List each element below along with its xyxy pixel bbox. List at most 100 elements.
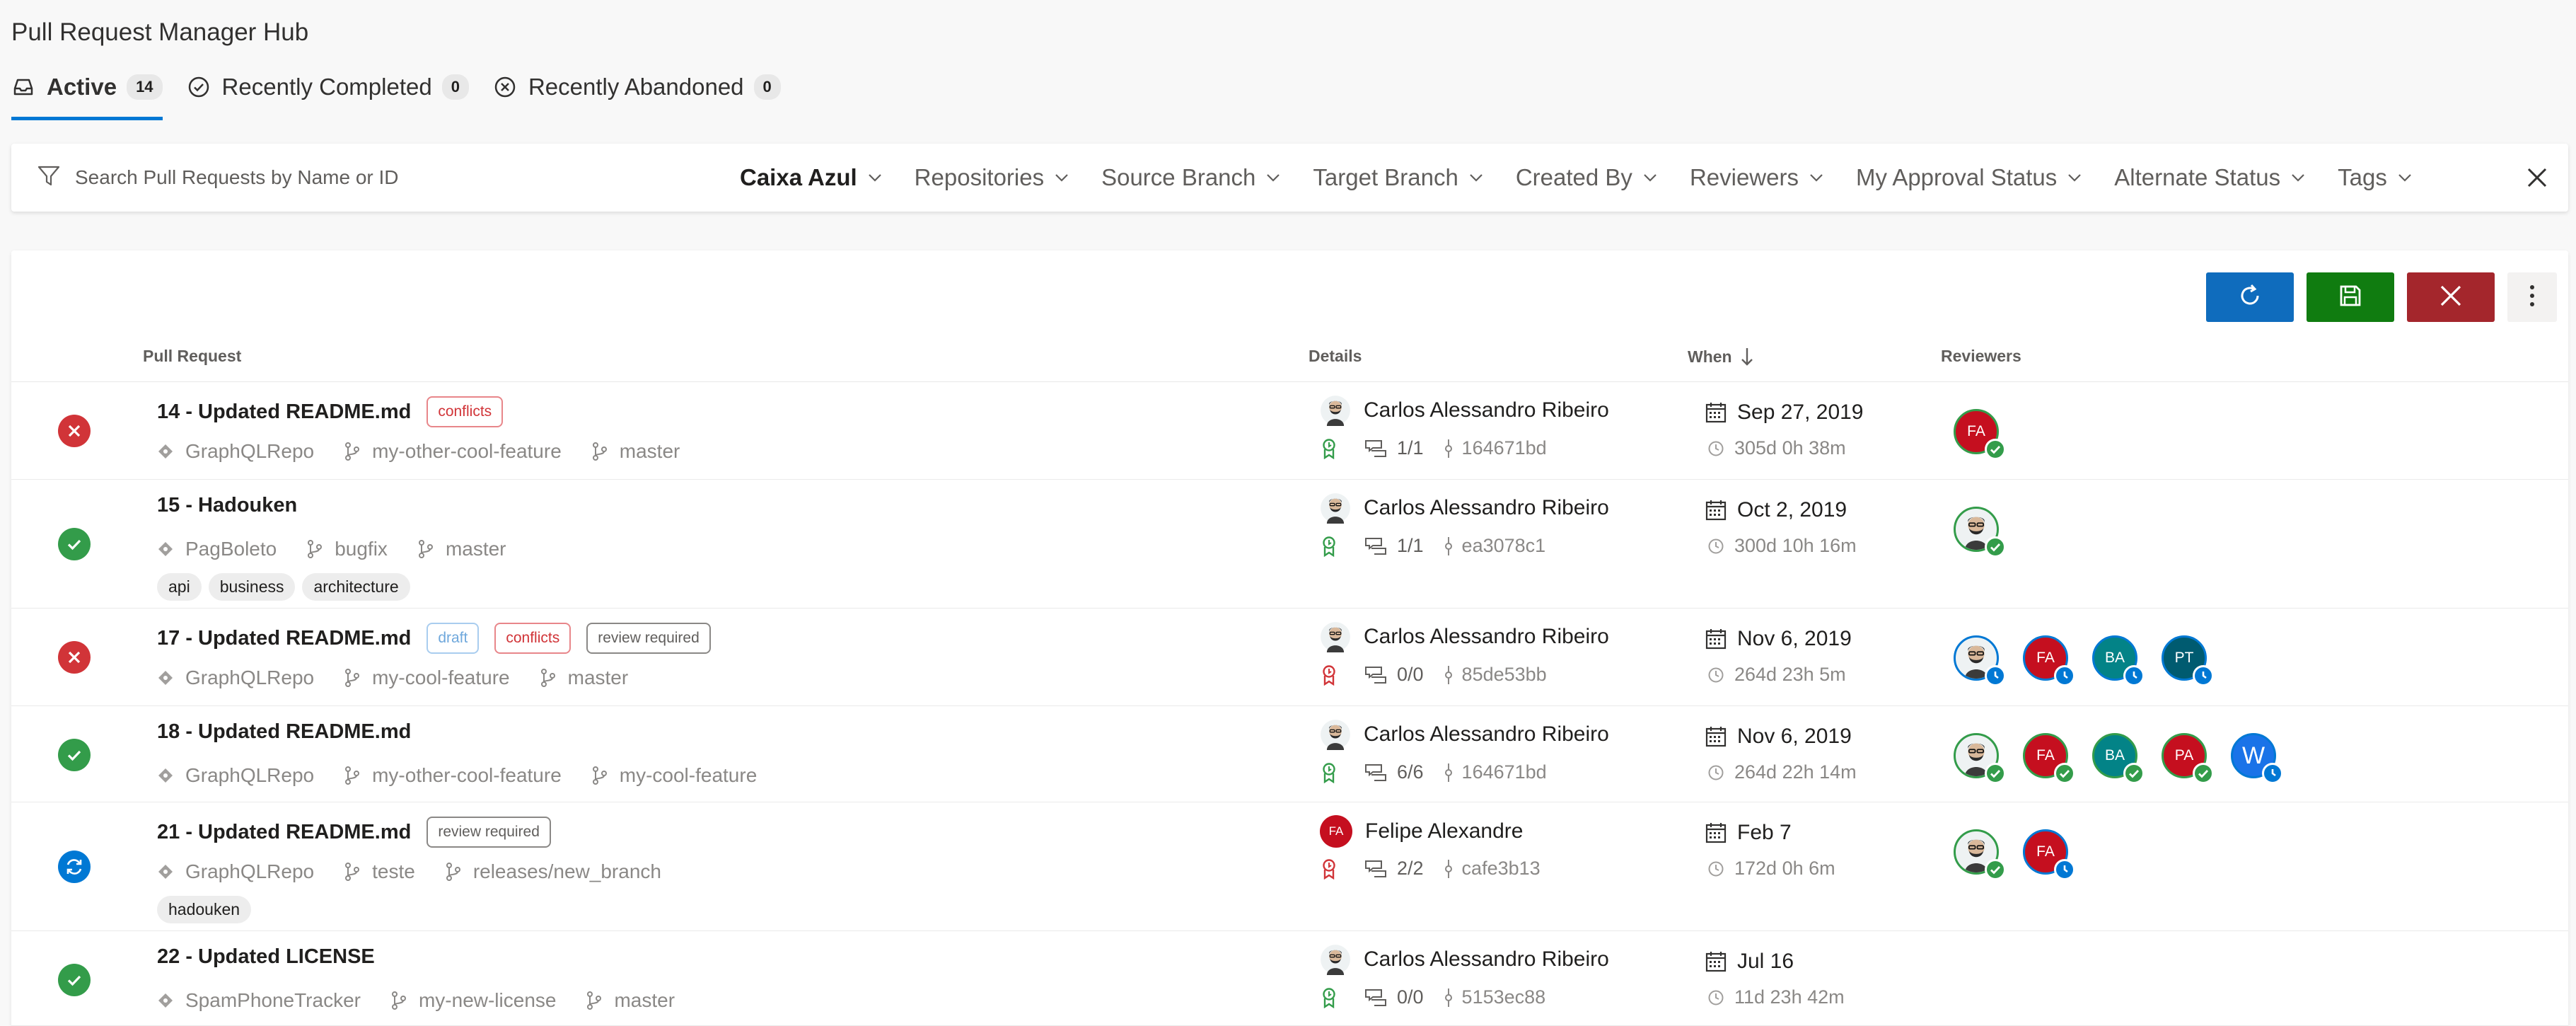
policy-passed-icon: [1322, 536, 1345, 557]
table-row[interactable]: 17 - Updated README.md draft conflicts revi…: [11, 609, 2568, 706]
reviewer-list: FA: [1954, 829, 2092, 880]
status-failed-icon: [58, 641, 91, 674]
table-row[interactable]: 15 - Hadouken PagBoleto bugfix master api bus…: [11, 480, 2568, 609]
elapsed-time: 264d 23h 5m: [1707, 664, 1846, 686]
more-options-button[interactable]: [2507, 272, 2557, 322]
filter-dropdown-reviewers[interactable]: Reviewers: [1690, 164, 1824, 191]
chevron-down-icon: [2057, 170, 2082, 185]
comment-threads: 2/2: [1364, 858, 1424, 880]
reviewer-avatar[interactable]: [1954, 635, 2006, 686]
elapsed-time: 172d 0h 6m: [1707, 858, 1835, 880]
filter-dropdown-created-by[interactable]: Created By: [1516, 164, 1658, 191]
pr-labels: hadouken: [157, 896, 258, 923]
pr-author: Carlos Alessandro Ribeiro: [1320, 944, 1609, 975]
calendar-icon: [1705, 499, 1737, 521]
created-date-value: Nov 6, 2019: [1737, 627, 1852, 650]
pr-title-link[interactable]: 15 - Hadouken: [157, 494, 297, 517]
comment-threads: 0/0: [1364, 986, 1424, 1008]
reviewer-avatar[interactable]: FA: [1954, 409, 2006, 460]
reviewer-avatar[interactable]: [1954, 829, 2006, 880]
source-branch: teste: [344, 860, 415, 883]
created-date-value: Sep 27, 2019: [1737, 400, 1864, 424]
tab-recently-abandoned[interactable]: Recently Abandoned 0: [493, 69, 781, 105]
tab-active[interactable]: Active 14: [11, 69, 163, 120]
elapsed-time-value: 305d 0h 38m: [1734, 437, 1846, 459]
source-branch-label: teste: [372, 860, 415, 882]
reviewer-avatar[interactable]: PA: [2162, 733, 2214, 784]
branch-icon: [586, 991, 614, 1010]
author-name: Carlos Alessandro Ribeiro: [1364, 398, 1609, 422]
filter-dropdown-caixa-azul[interactable]: Caixa Azul: [740, 164, 883, 191]
tab-recently-completed[interactable]: Recently Completed 0: [187, 69, 469, 105]
close-icon[interactable]: [2523, 163, 2551, 192]
target-branch-label: master: [619, 440, 680, 462]
column-header-reviewers[interactable]: Reviewers: [1941, 347, 2021, 366]
author-name: Carlos Alessandro Ribeiro: [1364, 496, 1609, 519]
table-row[interactable]: 14 - Updated README.md conflicts GraphQLRe…: [11, 382, 2568, 480]
chevron-down-icon: [1255, 170, 1281, 185]
reviewer-avatar[interactable]: BA: [2092, 733, 2145, 784]
created-date: Oct 2, 2019: [1705, 498, 1847, 522]
last-commit[interactable]: 164671bd: [1444, 761, 1547, 783]
last-commit[interactable]: 5153ec88: [1444, 986, 1545, 1008]
reviewer-avatar[interactable]: FA: [2023, 829, 2075, 880]
filter-dropdown-tags[interactable]: Tags: [2338, 164, 2413, 191]
reviewer-avatar[interactable]: FA: [2023, 635, 2075, 686]
source-branch-label: my-new-license: [418, 989, 557, 1011]
last-commit[interactable]: ea3078c1: [1444, 535, 1546, 557]
threads-resolved-count: 0/0: [1397, 664, 1424, 685]
repo-icon: [157, 767, 185, 784]
filter-dropdown-target-branch[interactable]: Target Branch: [1313, 164, 1483, 191]
save-icon: [2338, 283, 2363, 312]
conflicts-badge: conflicts: [427, 396, 504, 427]
pr-title-link[interactable]: 18 - Updated README.md: [157, 720, 411, 744]
chevron-down-icon: [1632, 170, 1658, 185]
filter-dropdown-my-approval-status[interactable]: My Approval Status: [1856, 164, 2082, 191]
pr-labels: api business architecture: [157, 573, 417, 601]
filter-dropdown-repositories[interactable]: Repositories: [915, 164, 1069, 191]
label-chip[interactable]: hadouken: [157, 896, 252, 923]
status-failed-icon: [58, 415, 91, 447]
last-commit[interactable]: 164671bd: [1444, 437, 1547, 459]
commit-hash: 164671bd: [1461, 761, 1547, 783]
conflicts-badge: conflicts: [494, 623, 572, 654]
save-button[interactable]: [2307, 272, 2394, 322]
filter-dropdown-source-branch[interactable]: Source Branch: [1101, 164, 1281, 191]
last-commit[interactable]: 85de53bb: [1444, 664, 1547, 686]
column-header-details[interactable]: Details: [1309, 347, 1362, 366]
column-header-when[interactable]: When: [1688, 347, 1753, 367]
reviewer-list: FA BA PA W: [1954, 733, 2300, 784]
reviewer-avatar[interactable]: [1954, 507, 2006, 558]
last-commit[interactable]: cafe3b13: [1444, 858, 1541, 880]
pr-title-link[interactable]: 14 - Updated README.md: [157, 400, 411, 424]
table-row[interactable]: 22 - Updated LICENSE SpamPhoneTracker my-n…: [11, 931, 2568, 1026]
filter-dropdown-alternate-status[interactable]: Alternate Status: [2114, 164, 2306, 191]
elapsed-time: 300d 10h 16m: [1707, 535, 1857, 557]
reviewer-avatar[interactable]: PT: [2162, 635, 2214, 686]
reviewer-avatar[interactable]: W: [2231, 733, 2283, 784]
cancel-button[interactable]: [2407, 272, 2495, 322]
x-circle-icon: [493, 75, 517, 99]
pr-title-link[interactable]: 21 - Updated README.md: [157, 821, 411, 844]
pull-request-panel: Pull Request Details When Reviewers 14 -…: [11, 250, 2568, 1026]
pr-title-link[interactable]: 17 - Updated README.md: [157, 627, 411, 650]
close-icon: [2437, 282, 2464, 313]
reviewer-avatar[interactable]: [1954, 733, 2006, 784]
vote-waiting-icon: [2193, 665, 2214, 686]
calendar-icon: [1705, 950, 1737, 973]
search-input[interactable]: [75, 166, 712, 189]
refresh-button[interactable]: [2206, 272, 2294, 322]
label-chip[interactable]: business: [208, 573, 296, 601]
pr-title-link[interactable]: 22 - Updated LICENSE: [157, 945, 375, 969]
reviewer-avatar[interactable]: FA: [2023, 733, 2075, 784]
reviewer-avatar[interactable]: BA: [2092, 635, 2145, 686]
column-header-pull-request[interactable]: Pull Request: [143, 347, 241, 366]
label-chip[interactable]: architecture: [302, 573, 410, 601]
label-chip[interactable]: api: [157, 573, 202, 601]
table-row[interactable]: 18 - Updated README.md GraphQLRepo my-othe…: [11, 706, 2568, 802]
pr-details: 2/2 cafe3b13: [1322, 858, 1560, 880]
branch-icon: [344, 766, 372, 785]
commit-hash: ea3078c1: [1461, 535, 1546, 556]
table-row[interactable]: 21 - Updated README.md review required Gra…: [11, 802, 2568, 931]
vote-approved-icon: [2193, 763, 2214, 784]
